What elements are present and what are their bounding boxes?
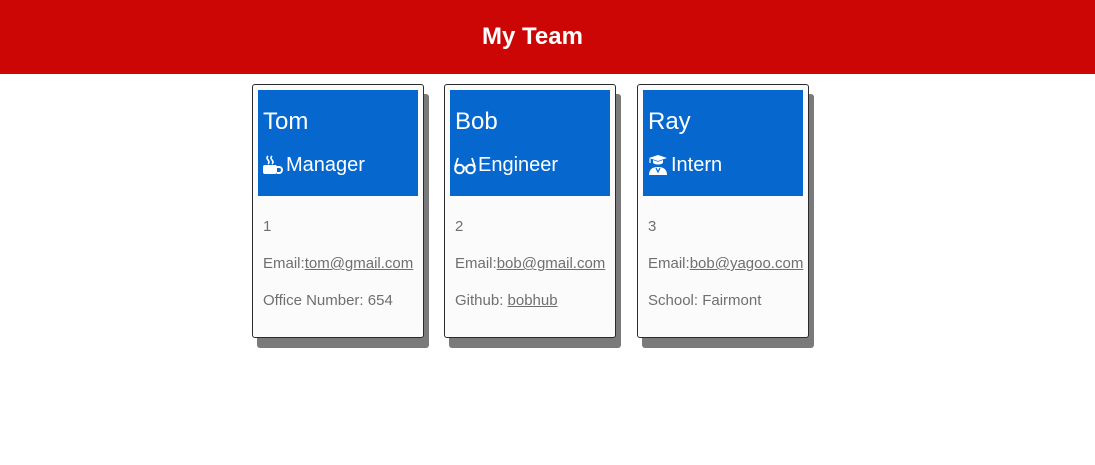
email-label: Email: xyxy=(455,255,497,272)
employee-name: Bob xyxy=(455,108,498,135)
employee-role: Engineer xyxy=(454,153,558,177)
coffee-mug-icon xyxy=(262,155,284,175)
graduate-icon xyxy=(647,155,669,175)
email-link[interactable]: bob@yagoo.com xyxy=(690,255,804,272)
card-header: Ray Intern xyxy=(643,90,803,196)
role-label: Manager xyxy=(286,154,365,176)
email-line: Email:bob@yagoo.com xyxy=(648,255,804,292)
employee-id: 3 xyxy=(648,218,657,235)
email-link[interactable]: bob@gmail.com xyxy=(497,255,606,272)
employee-name: Ray xyxy=(648,108,691,135)
school-line: School: Fairmont xyxy=(648,292,804,329)
employee-id: 1 xyxy=(263,218,272,235)
employee-id: 2 xyxy=(455,218,464,235)
github-link[interactable]: bobhub xyxy=(508,292,558,309)
email-label: Email: xyxy=(263,255,305,272)
email-link[interactable]: tom@gmail.com xyxy=(305,255,414,272)
office-number-line: Office Number: 654 xyxy=(263,292,419,329)
office-number-label: Office Number: xyxy=(263,292,368,309)
email-label: Email: xyxy=(648,255,690,272)
card-body: 2 Email:bob@gmail.com Github: bobhub xyxy=(455,218,611,329)
office-number-value: 654 xyxy=(367,292,393,309)
page-header: My Team xyxy=(0,0,1095,74)
employee-card-engineer: Bob Engineer 2 Email:bob@gmail.com Githu… xyxy=(444,84,616,338)
card-body: 1 Email:tom@gmail.com Office Number: 654 xyxy=(263,218,419,329)
email-line: Email:bob@gmail.com xyxy=(455,255,611,292)
role-label: Engineer xyxy=(478,154,559,176)
card-header: Bob Engineer xyxy=(450,90,610,196)
school-label: School: xyxy=(648,292,703,309)
employee-card-intern: Ray Intern 3 Email:bob@yagoo.com School:… xyxy=(637,84,809,338)
github-label: Github: xyxy=(455,292,508,309)
employee-card-manager: Tom Manager 1 Email:tom@gmail.com Office… xyxy=(252,84,424,338)
page-title: My Team xyxy=(482,23,583,50)
employee-role: Manager xyxy=(262,153,365,177)
school-value: Fairmont xyxy=(702,292,762,309)
employee-role: Intern xyxy=(647,153,722,177)
employee-name: Tom xyxy=(263,108,309,135)
role-label: Intern xyxy=(671,154,723,176)
github-line: Github: bobhub xyxy=(455,292,611,329)
card-header: Tom Manager xyxy=(258,90,418,196)
card-body: 3 Email:bob@yagoo.com School: Fairmont xyxy=(648,218,804,329)
email-line: Email:tom@gmail.com xyxy=(263,255,419,292)
glasses-icon xyxy=(454,155,476,175)
